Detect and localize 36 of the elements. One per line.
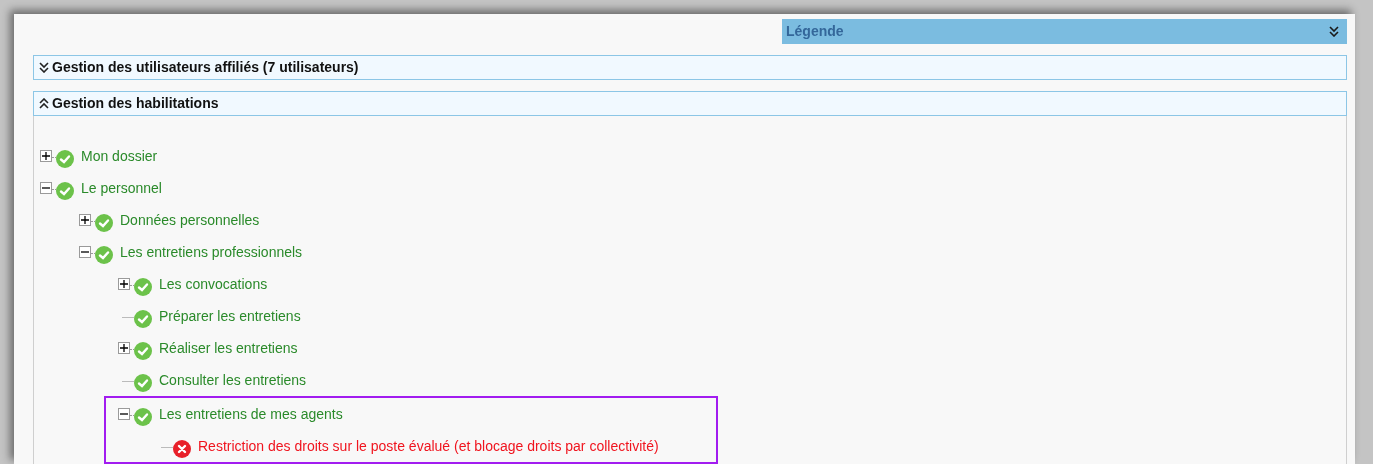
expand-toggle[interactable] [118, 342, 130, 354]
expand-toggle[interactable] [118, 278, 130, 290]
tree-item-label[interactable]: Réaliser les entretiens [159, 337, 298, 359]
check-circle-icon [95, 214, 113, 232]
collapse-icon[interactable] [39, 98, 49, 109]
collapse-toggle[interactable] [79, 246, 91, 258]
tree-item-label[interactable]: Les entretiens professionnels [120, 241, 303, 263]
expand-toggle[interactable] [79, 214, 91, 226]
tree-item-label[interactable]: Préparer les entretiens [159, 305, 301, 327]
expand-toggle[interactable] [40, 150, 52, 162]
tree-item-label[interactable]: Consulter les entretiens [159, 369, 307, 391]
expand-icon[interactable] [1329, 26, 1339, 37]
legend-bar[interactable]: Légende [782, 19, 1347, 44]
tree-item-label[interactable]: Le personnel [81, 177, 162, 199]
section-title: Gestion des habilitations [52, 94, 219, 113]
tree-item-label[interactable]: Mon dossier [81, 145, 158, 167]
check-circle-icon [134, 374, 152, 392]
tree-item-label[interactable]: Données personnelles [120, 209, 260, 231]
check-circle-icon [134, 310, 152, 328]
check-circle-icon [56, 182, 74, 200]
section-header[interactable]: Gestion des habilitations [33, 91, 1347, 116]
tree-item-label[interactable]: Restriction des droits sur le poste évalué (et blocage droits par collectivité) [198, 435, 659, 457]
legend-title: Légende [786, 22, 844, 41]
expand-icon[interactable] [39, 62, 49, 73]
tree-item-label[interactable]: Les convocations [159, 273, 268, 295]
check-circle-icon [134, 278, 152, 296]
check-circle-icon [134, 408, 152, 426]
section-title: Gestion des utilisateurs affiliés (7 utilisateurs) [52, 58, 359, 77]
section-header[interactable]: Gestion des utilisateurs affiliés (7 utilisateurs) [33, 55, 1347, 80]
check-circle-icon [134, 342, 152, 360]
check-circle-icon [56, 150, 74, 168]
cross-circle-icon [173, 440, 191, 458]
collapse-toggle[interactable] [118, 408, 130, 420]
tree-item-label[interactable]: Les entretiens de mes agents [159, 403, 343, 425]
collapse-toggle[interactable] [40, 182, 52, 194]
check-circle-icon [95, 246, 113, 264]
